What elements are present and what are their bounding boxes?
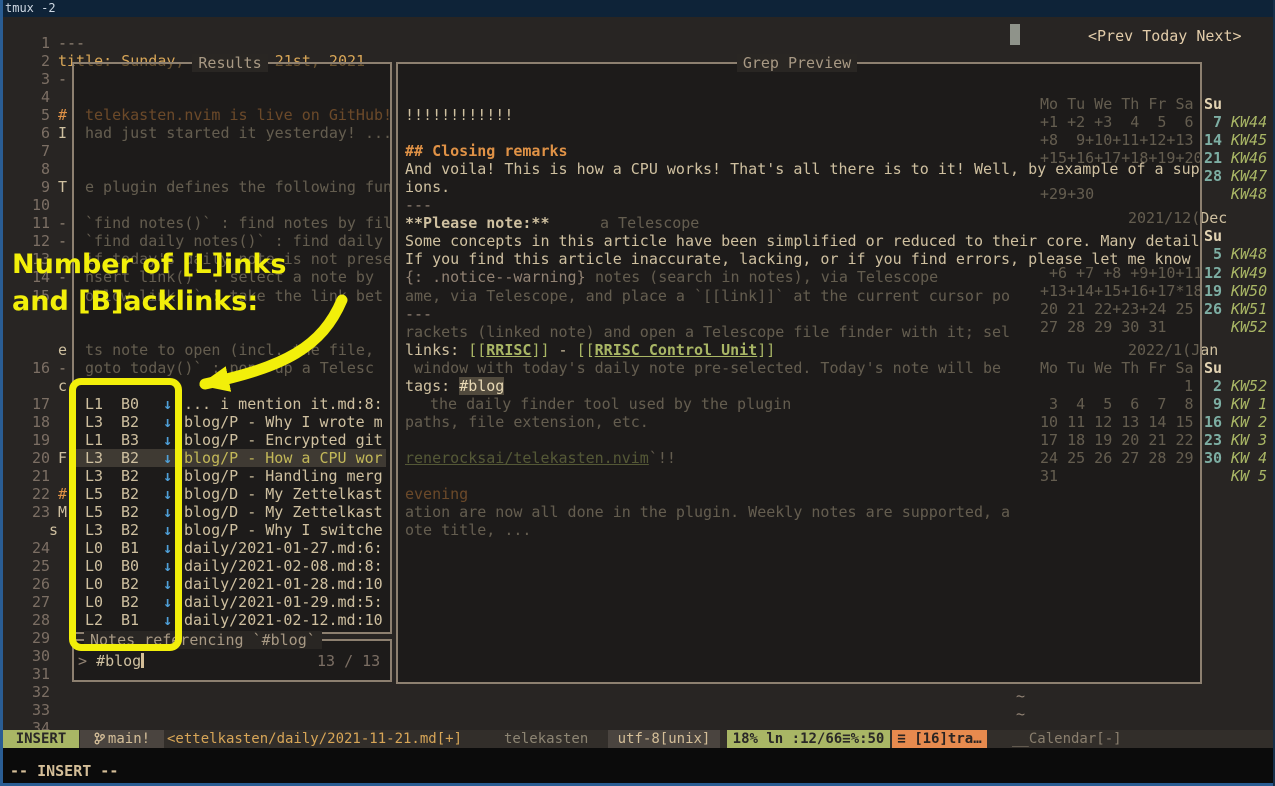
preview-line: ions. xyxy=(405,178,450,196)
tmux-title: tmux -2 xyxy=(5,1,56,16)
result-title: blog/P - How a CPU wor xyxy=(184,449,383,467)
tmux-title-bar: tmux -2 xyxy=(0,0,1275,17)
text-segment: --- xyxy=(405,305,432,323)
terminal-screen: tmux -2 <Prev Today Next> 12345678910111… xyxy=(0,0,1275,786)
result-title: blog/P - Handling merg xyxy=(184,467,383,485)
text-segment: ]] xyxy=(531,341,549,359)
text-segment: #blog xyxy=(459,377,504,395)
text-segment: **Please note:** xyxy=(405,214,550,232)
result-title: daily/2021-02-12.md:10 xyxy=(184,611,383,629)
left-edge xyxy=(0,0,3,786)
text-cursor xyxy=(141,653,144,668)
annotation-arrow xyxy=(150,292,360,407)
preview-line: Some concepts in this article have been … xyxy=(405,232,1200,250)
preview-line: --- xyxy=(405,305,432,323)
text-segment: RRISC xyxy=(486,341,531,359)
text-segment: {: .notice--warning} xyxy=(405,268,586,286)
preview-line: tags: #blog xyxy=(405,377,504,395)
text-segment: tags: xyxy=(405,377,459,395)
preview-line: If you find this article inaccurate, lac… xyxy=(405,250,1191,268)
calendar-status-segment: __Calendar[-] xyxy=(1012,730,1122,748)
command-line-area: -- INSERT -- xyxy=(0,748,1275,783)
preview-window-title: Grep Preview xyxy=(396,54,1198,72)
text-segment: Some concepts in this article have been … xyxy=(405,232,1200,250)
result-title: daily/2021-01-29.md:5: xyxy=(184,593,383,611)
result-title: blog/P - Why I switche xyxy=(184,521,383,539)
mode-message: -- INSERT -- xyxy=(10,762,118,780)
results-window-title: Results xyxy=(72,54,388,72)
preview-line: ## Closing remarks xyxy=(405,142,568,160)
statusline: INSERT main! <ettelkasten/daily/2021-11-… xyxy=(0,730,1275,748)
preview-line: And voila! This is how a CPU works! That… xyxy=(405,160,1200,178)
preview-line: --- xyxy=(405,196,432,214)
text-segment: [[ xyxy=(468,341,486,359)
mode-indicator: INSERT xyxy=(3,730,79,748)
warning-segment: ≡ [16]tra… xyxy=(892,730,987,748)
git-branch-segment: main! xyxy=(80,730,164,748)
annotation-text-line1: Number of [L]inks xyxy=(12,246,286,283)
encoding-segment: utf-8[unix] xyxy=(608,730,720,748)
result-title: daily/2021-01-28.md:10 xyxy=(184,575,383,593)
result-title: blog/P - Why I wrote m xyxy=(184,413,383,431)
preview-line: !!!!!!!!!!!! xyxy=(405,106,513,124)
results-counter: 13 / 13 xyxy=(317,652,380,670)
result-title: blog/D - My Zettelkast xyxy=(184,503,383,521)
result-title: blog/P - Encrypted git xyxy=(184,431,383,449)
prompt-input[interactable]: > #blog xyxy=(78,652,144,670)
git-branch-icon xyxy=(94,732,105,745)
text-segment: --- xyxy=(405,196,432,214)
text-segment: ## Closing remarks xyxy=(405,142,568,160)
result-title: blog/D - My Zettelkast xyxy=(184,485,383,503)
result-title: daily/2021-02-08.md:8: xyxy=(184,557,383,575)
preview-line: links: [[RRISC]] - [[RRISC Control Unit]… xyxy=(405,341,775,359)
git-branch-name: main! xyxy=(108,731,150,747)
text-segment: And voila! This is how a CPU works! That… xyxy=(405,160,1200,178)
text-segment: links: xyxy=(405,341,468,359)
cursor-position-segment: 18% ln :12/66≡%:50 xyxy=(727,730,890,748)
text-segment: RRISC Control Unit xyxy=(595,341,758,359)
annotation-highlight-box xyxy=(69,378,182,651)
plugin-name-segment: telekasten xyxy=(504,730,588,748)
prompt-icon: > xyxy=(78,652,87,670)
preview-line: **Please note:** xyxy=(405,214,550,232)
text-segment: !!!!!!!!!!!! xyxy=(405,106,513,124)
text-segment: - xyxy=(550,341,577,359)
preview-line: {: .notice--warning} xyxy=(405,268,586,286)
prompt-query: #blog xyxy=(96,652,141,670)
text-segment: If you find this article inaccurate, lac… xyxy=(405,250,1191,268)
result-title: daily/2021-01-27.md:6: xyxy=(184,539,383,557)
text-segment: ions. xyxy=(405,178,450,196)
text-segment: [[ xyxy=(577,341,595,359)
filename-segment: <ettelkasten/daily/2021-11-21.md[+] xyxy=(167,730,462,748)
text-segment: ]] xyxy=(757,341,775,359)
